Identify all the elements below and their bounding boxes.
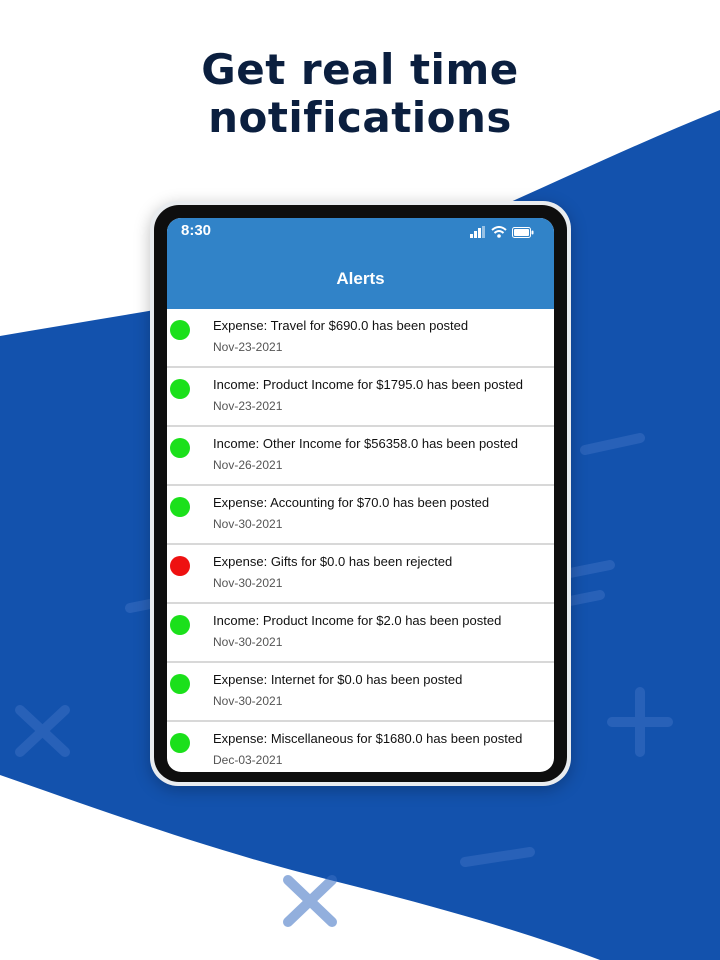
alert-list-item[interactable]: Expense: Accounting for $70.0 has been p… xyxy=(167,486,554,545)
status-time: 8:30 xyxy=(181,222,212,239)
alert-date: Nov-23-2021 xyxy=(213,340,283,354)
alert-date: Dec-03-2021 xyxy=(213,753,283,767)
app-bar: 8:30 Alerts xyxy=(167,218,554,309)
alert-message: Expense: Gifts for $0.0 has been rejecte… xyxy=(213,554,453,569)
alert-list-item[interactable]: Income: Product Income for $1795.0 has b… xyxy=(167,368,554,427)
alert-date: Nov-30-2021 xyxy=(213,517,283,531)
status-dot-icon xyxy=(170,615,190,635)
headline-line-2: notifications xyxy=(208,93,512,142)
alert-message: Expense: Accounting for $70.0 has been p… xyxy=(213,495,490,510)
alert-message: Income: Other Income for $56358.0 has be… xyxy=(213,436,518,451)
alert-message: Expense: Miscellaneous for $1680.0 has b… xyxy=(213,731,523,746)
headline-line-1: Get real time xyxy=(201,45,519,94)
alert-message: Expense: Travel for $690.0 has been post… xyxy=(213,318,469,333)
alert-message: Income: Product Income for $2.0 has been… xyxy=(213,613,502,628)
alert-list-item[interactable]: Expense: Travel for $690.0 has been post… xyxy=(167,309,554,368)
alert-list-item[interactable]: Expense: Internet for $0.0 has been post… xyxy=(167,663,554,722)
status-dot-icon xyxy=(170,733,190,753)
alert-date: Nov-26-2021 xyxy=(213,458,283,472)
status-dot-icon xyxy=(170,438,190,458)
alert-date: Nov-23-2021 xyxy=(213,399,283,413)
alert-list-item[interactable]: Expense: Gifts for $0.0 has been rejecte… xyxy=(167,545,554,604)
alert-date: Nov-30-2021 xyxy=(213,576,283,590)
status-dot-icon xyxy=(170,379,190,399)
tablet-screen: 8:30 Alerts Expense: Travel for $690.0 h… xyxy=(167,218,554,772)
screen-title: Alerts xyxy=(336,269,385,288)
alerts-list: Expense: Travel for $690.0 has been post… xyxy=(167,309,554,772)
status-dot-icon xyxy=(170,674,190,694)
alert-list-item[interactable]: Income: Product Income for $2.0 has been… xyxy=(167,604,554,663)
alert-date: Nov-30-2021 xyxy=(213,635,283,649)
wifi-icon xyxy=(491,226,507,238)
alert-list-item[interactable]: Income: Other Income for $56358.0 has be… xyxy=(167,427,554,486)
alert-message: Income: Product Income for $1795.0 has b… xyxy=(213,377,524,392)
status-dot-icon xyxy=(170,497,190,517)
status-dot-icon xyxy=(170,556,190,576)
headline: Get real time notifications xyxy=(0,46,720,142)
status-dot-icon xyxy=(170,320,190,340)
signal-icon xyxy=(470,226,485,238)
alert-list-item[interactable]: Expense: Miscellaneous for $1680.0 has b… xyxy=(167,722,554,772)
status-icons xyxy=(470,224,534,238)
battery-icon xyxy=(512,227,534,238)
alert-date: Nov-30-2021 xyxy=(213,694,283,708)
alert-message: Expense: Internet for $0.0 has been post… xyxy=(213,672,463,687)
